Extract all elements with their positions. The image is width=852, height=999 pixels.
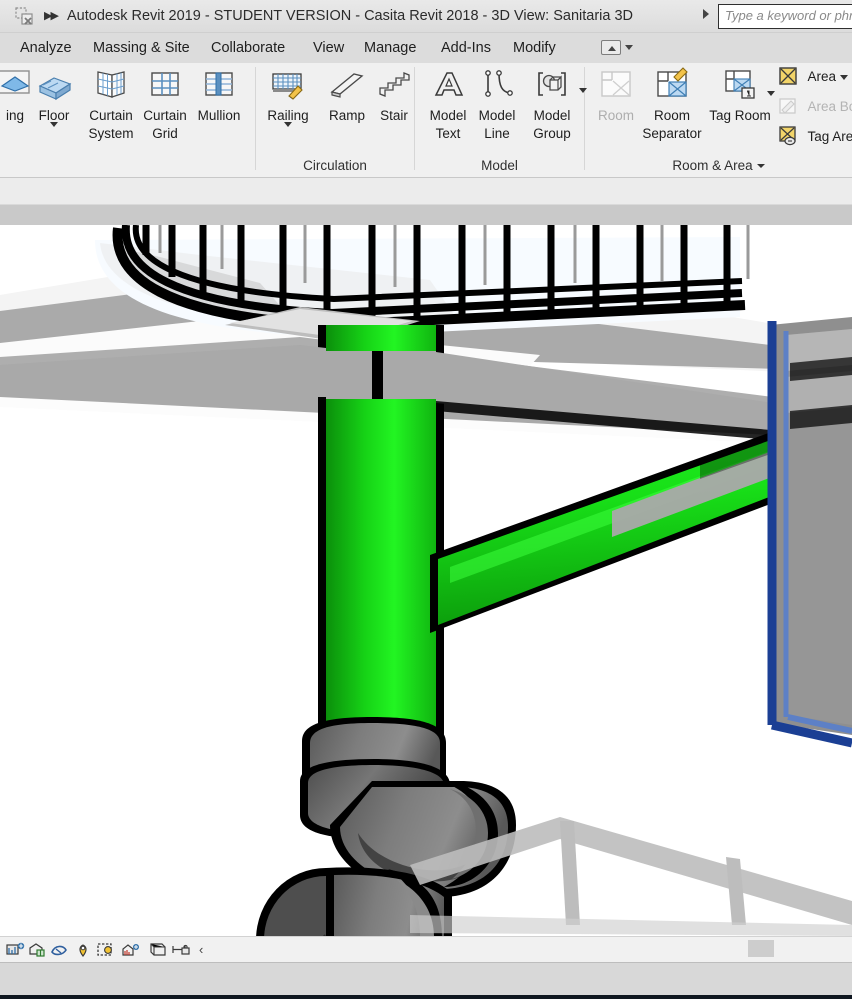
ribbon-button-label: Stair [380,108,408,123]
chevron-down-icon[interactable] [756,164,765,168]
minimize-ribbon-icon[interactable] [601,40,621,55]
tab-view[interactable]: View [313,33,344,63]
chevron-down-icon[interactable] [625,45,633,50]
ramp-icon [327,66,367,104]
title-bar: ▶▶ Autodesk Revit 2019 - STUDENT VERSION… [0,0,852,33]
view-scale-icon[interactable] [6,941,25,959]
chevron-down-icon[interactable] [50,122,58,127]
panel-label-room-area[interactable]: Room & Area [585,155,852,177]
play-arrow-icon[interactable] [703,9,709,19]
view-tab-strip [0,205,852,225]
ribbon-button-label: Room Separator [642,108,702,141]
horizontal-scrollbar-track[interactable] [410,938,852,959]
tab-add-ins[interactable]: Add-Ins [441,33,491,63]
panel-label-model: Model [481,158,518,173]
ribbon-button-model-line[interactable]: Model Line [466,66,528,143]
stair-icon [374,66,414,104]
railing-icon [268,66,308,104]
model-line-icon [477,66,517,104]
curtain-system-icon [91,66,131,104]
collapse-view-controls-icon[interactable]: ‹ [199,942,203,957]
status-bar: :0 Main Model [0,962,852,995]
tag-area-icon [778,126,798,146]
area-boundary-icon [778,96,798,116]
ribbon-button-mullion[interactable]: Mullion [188,66,250,125]
tab-analyze[interactable]: Analyze [20,33,72,63]
visual-style-icon[interactable] [50,941,69,959]
ribbon-button-label: Model Group [533,108,571,141]
ribbon-button-area-boundary[interactable]: Area Bo [778,96,852,120]
ribbon-tab-bar: Analyze Massing & Site Collaborate View … [0,33,852,63]
ribbon-button-label: Mullion [197,108,241,123]
ribbon-button-label: Area [807,68,836,84]
drawing-area-3d-view[interactable] [0,225,852,936]
tab-modify[interactable]: Modify [513,33,556,63]
ribbon-button-room[interactable]: Room [585,66,647,125]
area-icon [778,66,798,86]
temporary-hide-isolate-icon[interactable] [172,941,191,959]
ribbon-button-label: Tag Room [709,108,771,123]
ribbon-button-room-separator[interactable]: Room Separator [641,66,703,143]
options-bar [0,178,852,205]
horizontal-scrollbar-thumb[interactable] [748,940,774,957]
tab-massing-site[interactable]: Massing & Site [93,33,190,63]
ribbon-button-model-group[interactable]: Model Group [521,66,587,143]
mullion-icon [199,66,239,104]
panel-label-circulation: Circulation [303,158,367,173]
ribbon-button-label: Curtain System [88,108,134,141]
window-title: Autodesk Revit 2019 - STUDENT VERSION - … [67,8,633,24]
chevron-down-icon[interactable] [767,91,775,96]
chevron-down-icon[interactable] [840,75,848,80]
ribbon-button-label: Tag Are [807,128,852,144]
revit-application-window: ▶▶ Autodesk Revit 2019 - STUDENT VERSION… [0,0,852,999]
ribbon-button-tag-room[interactable]: Tag Room [709,66,775,125]
tab-manage[interactable]: Manage [364,33,416,63]
model-group-icon [532,66,572,104]
ribbon-button-floor[interactable]: Floor [23,66,85,127]
ribbon-button-area[interactable]: Area [778,66,848,90]
panel-label-build [0,155,255,177]
crop-view-icon[interactable] [148,941,167,959]
tab-collaborate[interactable]: Collaborate [211,33,285,63]
sun-path-icon[interactable] [74,941,93,959]
ribbon-button-label: Room [597,108,634,123]
shadows-icon[interactable] [96,941,115,959]
ribbon-button-label: Model Line [478,108,516,141]
render-dialog-icon[interactable] [122,941,141,959]
ribbon-button-label: Curtain Grid [143,108,187,141]
room-separator-icon [652,66,692,104]
detail-level-icon[interactable] [28,941,47,959]
ribbon-button-curtain-system[interactable]: Curtain System [80,66,142,143]
window-bottom-edge [0,995,852,999]
ribbon-button-stair[interactable]: Stair [363,66,425,125]
model-text-icon [428,66,468,104]
ribbon-button-railing[interactable]: Railing [257,66,319,127]
room-icon [596,66,636,104]
ribbon-button-curtain-grid[interactable]: Curtain Grid [134,66,196,143]
floor-icon [34,66,74,104]
curtain-grid-icon [145,66,185,104]
ribbon-button-label: Area Bo [807,98,852,114]
chevron-down-icon[interactable] [284,122,292,127]
search-input[interactable]: Type a keyword or phra [718,4,852,29]
tag-room-icon [720,66,760,104]
ribbon-button-tag-area[interactable]: Tag Are [778,126,852,150]
